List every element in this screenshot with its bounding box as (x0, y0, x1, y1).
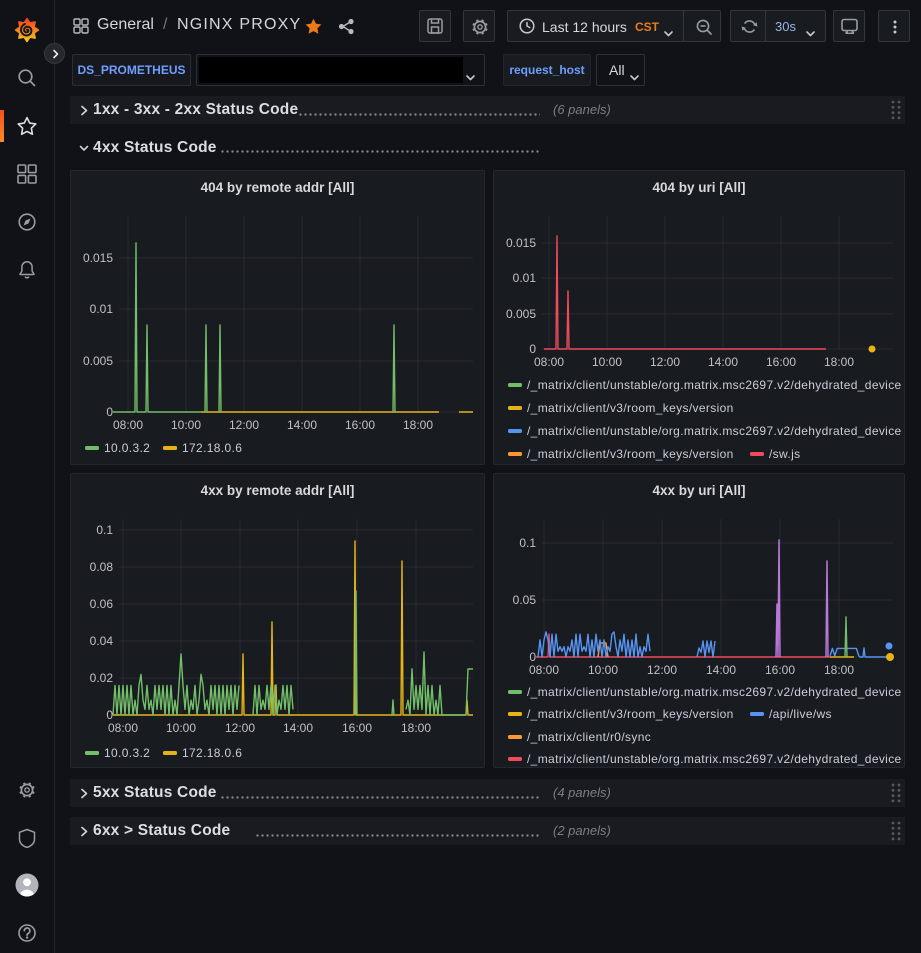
svg-text:0: 0 (106, 405, 113, 419)
svg-text:0.08: 0.08 (90, 560, 114, 574)
svg-text:0.04: 0.04 (90, 634, 114, 648)
svg-text:18:00: 18:00 (401, 721, 431, 735)
svg-text:12:00: 12:00 (229, 418, 259, 432)
svg-text:16:00: 16:00 (765, 663, 795, 677)
svg-text:0.05: 0.05 (513, 593, 537, 607)
svg-text:10:00: 10:00 (171, 418, 201, 432)
svg-text:08:00: 08:00 (529, 663, 559, 677)
svg-text:18:00: 18:00 (824, 663, 854, 677)
svg-text:0.015: 0.015 (83, 251, 113, 265)
svg-text:08:00: 08:00 (534, 355, 564, 369)
svg-text:18:00: 18:00 (824, 355, 854, 369)
svg-text:0.1: 0.1 (519, 536, 536, 550)
svg-text:08:00: 08:00 (108, 721, 138, 735)
svg-text:14:00: 14:00 (708, 355, 738, 369)
svg-text:0: 0 (106, 708, 113, 722)
svg-text:12:00: 12:00 (650, 355, 680, 369)
svg-text:10:00: 10:00 (588, 663, 618, 677)
svg-text:0.005: 0.005 (506, 307, 536, 321)
svg-text:0.06: 0.06 (90, 597, 114, 611)
svg-text:0.015: 0.015 (506, 236, 536, 250)
svg-text:16:00: 16:00 (766, 355, 796, 369)
svg-text:16:00: 16:00 (342, 721, 372, 735)
svg-text:0.02: 0.02 (90, 671, 114, 685)
svg-text:16:00: 16:00 (345, 418, 375, 432)
svg-text:0.005: 0.005 (83, 354, 113, 368)
svg-text:0.01: 0.01 (513, 271, 537, 285)
svg-text:14:00: 14:00 (706, 663, 736, 677)
svg-text:08:00: 08:00 (113, 418, 143, 432)
svg-text:14:00: 14:00 (287, 418, 317, 432)
svg-text:0.1: 0.1 (96, 523, 113, 537)
svg-text:0: 0 (529, 342, 536, 356)
svg-text:0: 0 (529, 650, 536, 664)
svg-text:18:00: 18:00 (403, 418, 433, 432)
svg-text:12:00: 12:00 (647, 663, 677, 677)
svg-text:10:00: 10:00 (166, 721, 196, 735)
svg-text:10:00: 10:00 (592, 355, 622, 369)
svg-text:14:00: 14:00 (283, 721, 313, 735)
svg-text:12:00: 12:00 (225, 721, 255, 735)
svg-text:0.01: 0.01 (90, 302, 114, 316)
